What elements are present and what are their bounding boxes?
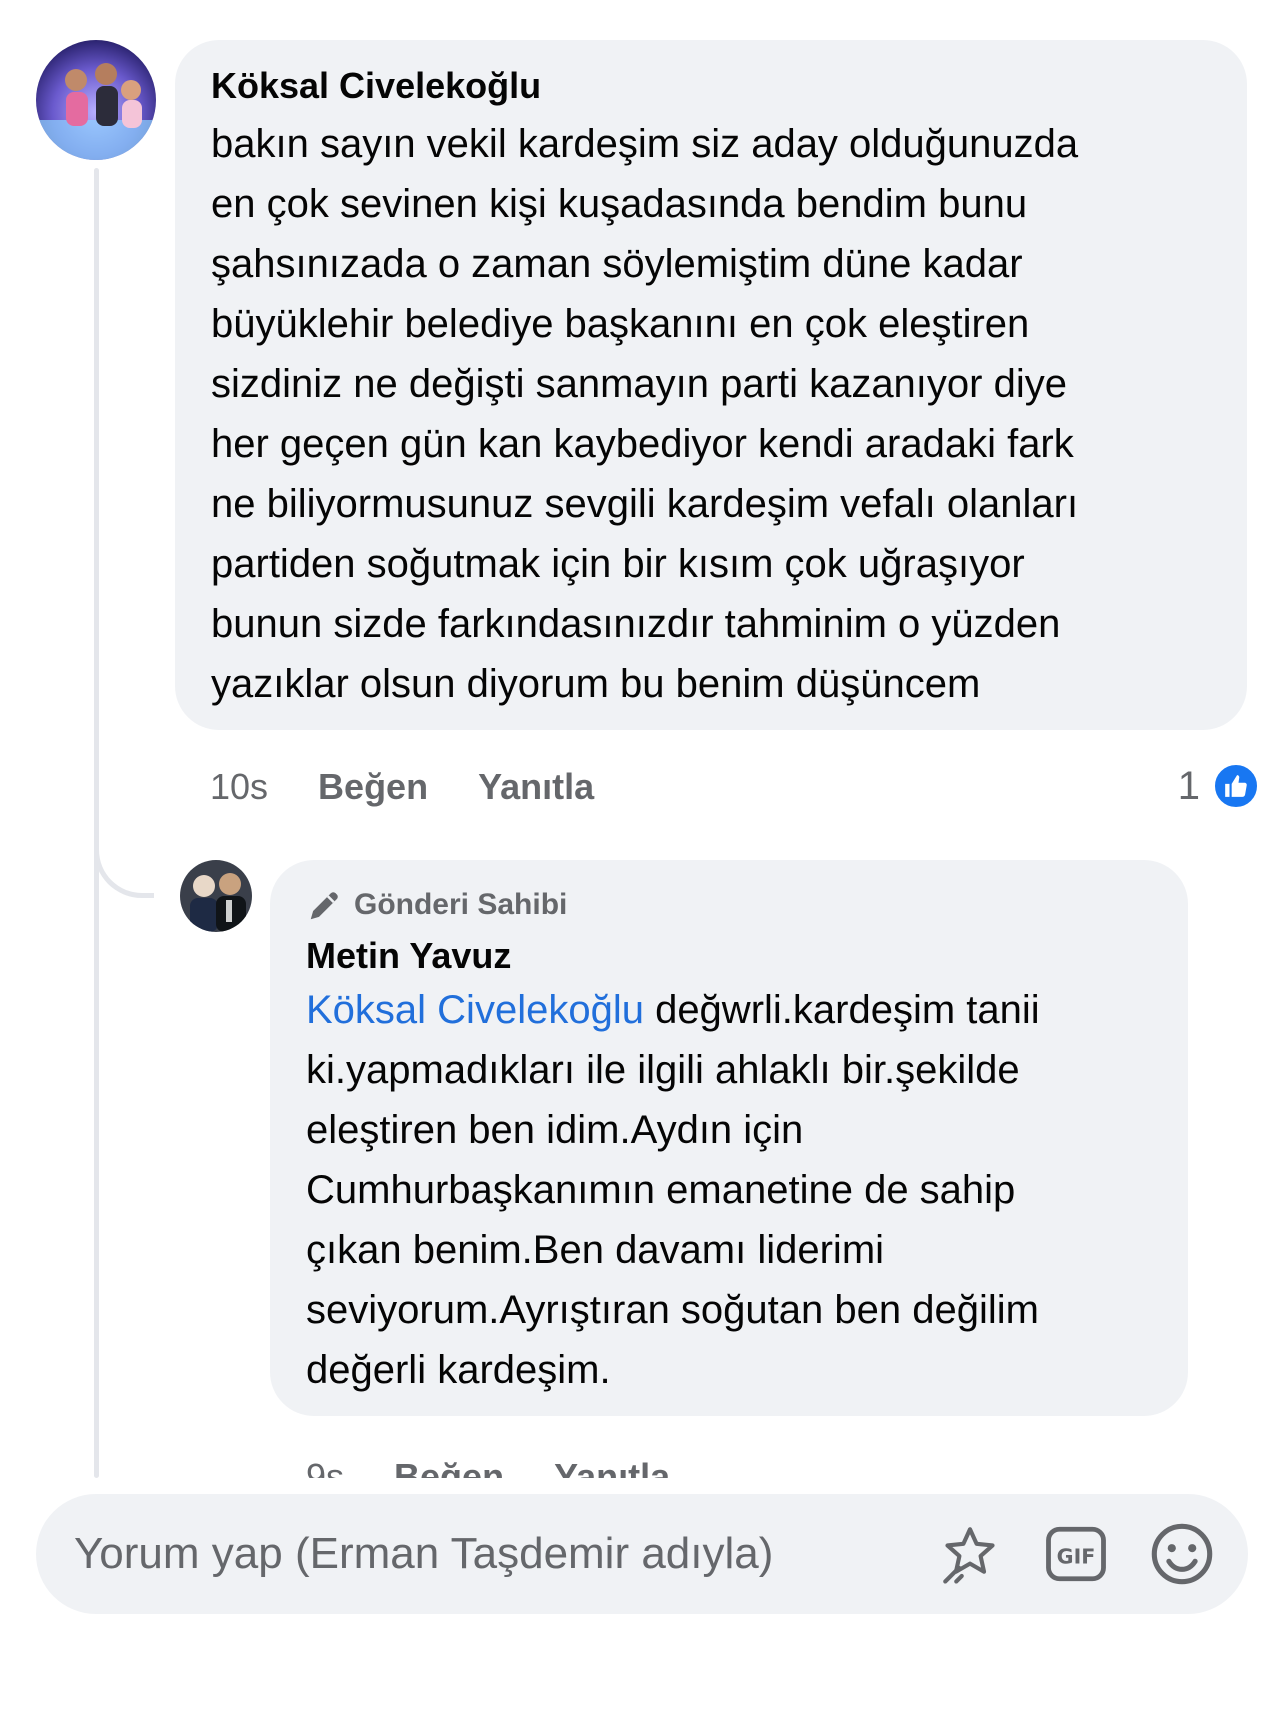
reaction-summary[interactable]: 1 xyxy=(1178,762,1260,810)
comment-line: büyüklehir belediye başkanını en çok ele… xyxy=(211,302,1030,346)
comment-composer-area: Yorum yap (Erman Taşdemir adıyla) GIF xyxy=(0,1478,1284,1733)
emoji-icon[interactable] xyxy=(1146,1518,1218,1590)
reply-bubble: Gönderi Sahibi Metin Yavuz Köksal Civele… xyxy=(270,860,1188,1416)
author-badge-label: Gönderi Sahibi xyxy=(354,888,568,921)
avatar[interactable] xyxy=(180,860,252,932)
comment-input[interactable]: Yorum yap (Erman Taşdemir adıyla) GIF xyxy=(36,1494,1248,1614)
comment-line: en çok sevinen kişi kuşadasında bendim b… xyxy=(211,182,1028,226)
comment-time[interactable]: 10s xyxy=(210,766,268,808)
reply-line: Cumhurbaşkanımın emanetine de sahip xyxy=(306,1168,1016,1212)
reaction-count: 1 xyxy=(1177,763,1200,808)
reply-line: eleştiren ben idim.Aydın için xyxy=(306,1108,804,1152)
reply-line: Köksal Civelekoğlu değwrli.kardeşim tani… xyxy=(306,980,1152,1040)
comment-line: partiden soğutmak için bir kısım çok uğr… xyxy=(211,542,1025,586)
reply-button[interactable]: Yanıtla xyxy=(478,766,594,808)
svg-text:GIF: GIF xyxy=(1057,1545,1096,1569)
reply-author[interactable]: Metin Yavuz xyxy=(306,932,1152,980)
comment-text: bakın sayın vekil kardeşim siz aday oldu… xyxy=(211,114,1211,714)
reply-text: Köksal Civelekoğlu değwrli.kardeşim tani… xyxy=(306,980,1152,1400)
avatar[interactable] xyxy=(36,40,156,160)
like-button[interactable]: Beğen xyxy=(318,766,428,808)
mention-link[interactable]: Köksal Civelekoğlu xyxy=(306,988,644,1032)
reply-line: ki.yapmadıkları ile ilgili ahlaklı bir.ş… xyxy=(306,1048,1020,1092)
comment-actions: 10s Beğen Yanıtla xyxy=(210,766,594,808)
comment-line: her geçen gün kan kaybediyor kendi arada… xyxy=(211,422,1074,466)
reply-line: çıkan benim.Ben davamı liderimi xyxy=(306,1228,885,1272)
comment-line: ne biliyormusunuz sevgili kardeşim vefal… xyxy=(211,482,1079,526)
comment-line: bakın sayın vekil kardeşim siz aday oldu… xyxy=(211,122,1079,166)
comment-bubble: Köksal Civelekoğlu bakın sayın vekil kar… xyxy=(175,40,1247,730)
thread-connector xyxy=(94,780,154,898)
comment-line: bunun sizde farkındasınızdır tahminim o … xyxy=(211,602,1061,646)
sticker-icon[interactable] xyxy=(934,1518,1006,1590)
reply-line: seviyorum.Ayrıştıran soğutan ben değilim xyxy=(306,1288,1039,1332)
comment-line: şahsınızada o zaman söylemiştim düne kad… xyxy=(211,242,1023,286)
reply-line-rest: değwrli.kardeşim tanii xyxy=(643,988,1040,1032)
comment-author[interactable]: Köksal Civelekoğlu xyxy=(211,62,1211,110)
comment-thread: Köksal Civelekoğlu bakın sayın vekil kar… xyxy=(0,0,1284,1733)
like-reaction-icon xyxy=(1212,762,1260,810)
comment-line: yazıklar olsun diyorum bu benim düşüncem xyxy=(211,662,981,706)
author-badge: Gönderi Sahibi xyxy=(306,884,1152,926)
composer-icons: GIF xyxy=(934,1518,1218,1590)
comment-input-placeholder[interactable]: Yorum yap (Erman Taşdemir adıyla) xyxy=(74,1529,934,1579)
reply-line: değerli kardeşim. xyxy=(306,1348,611,1392)
pen-icon xyxy=(306,886,344,924)
comment-line: sizdiniz ne değişti sanmayın parti kazan… xyxy=(211,362,1067,406)
gif-icon[interactable]: GIF xyxy=(1040,1518,1112,1590)
